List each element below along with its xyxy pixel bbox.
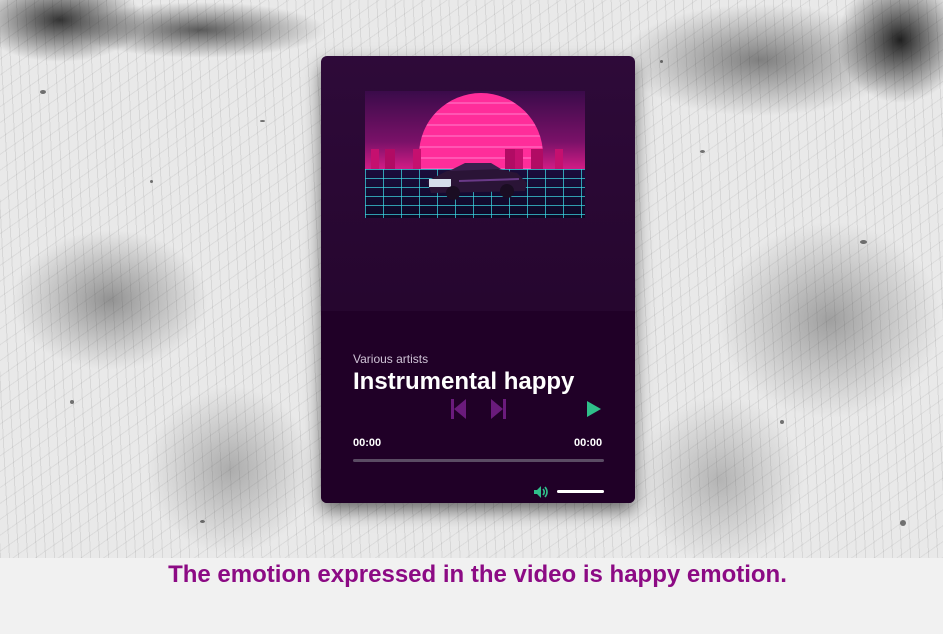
- caption-text: The emotion expressed in the video is ha…: [168, 561, 787, 588]
- music-player-card: Various artists Instrumental happy 00:00…: [321, 56, 635, 503]
- artist-name: Various artists: [353, 352, 429, 366]
- volume-fill: [557, 490, 604, 493]
- total-time: 00:00: [574, 437, 603, 449]
- progress-bar[interactable]: [353, 459, 604, 462]
- previous-track-button[interactable]: [450, 398, 468, 420]
- current-time: 00:00: [353, 437, 382, 449]
- next-track-button[interactable]: [489, 398, 507, 420]
- volume-slider[interactable]: [557, 490, 604, 493]
- car-illustration: [427, 163, 527, 200]
- album-art: [365, 91, 585, 218]
- play-icon: [587, 401, 601, 417]
- caption-area: The emotion expressed in the video is ha…: [0, 558, 943, 634]
- skip-forward-icon: [491, 399, 506, 419]
- skip-back-icon: [451, 399, 466, 419]
- track-title: Instrumental happy: [353, 368, 575, 395]
- volume-icon[interactable]: [533, 485, 549, 499]
- play-button[interactable]: [585, 400, 603, 422]
